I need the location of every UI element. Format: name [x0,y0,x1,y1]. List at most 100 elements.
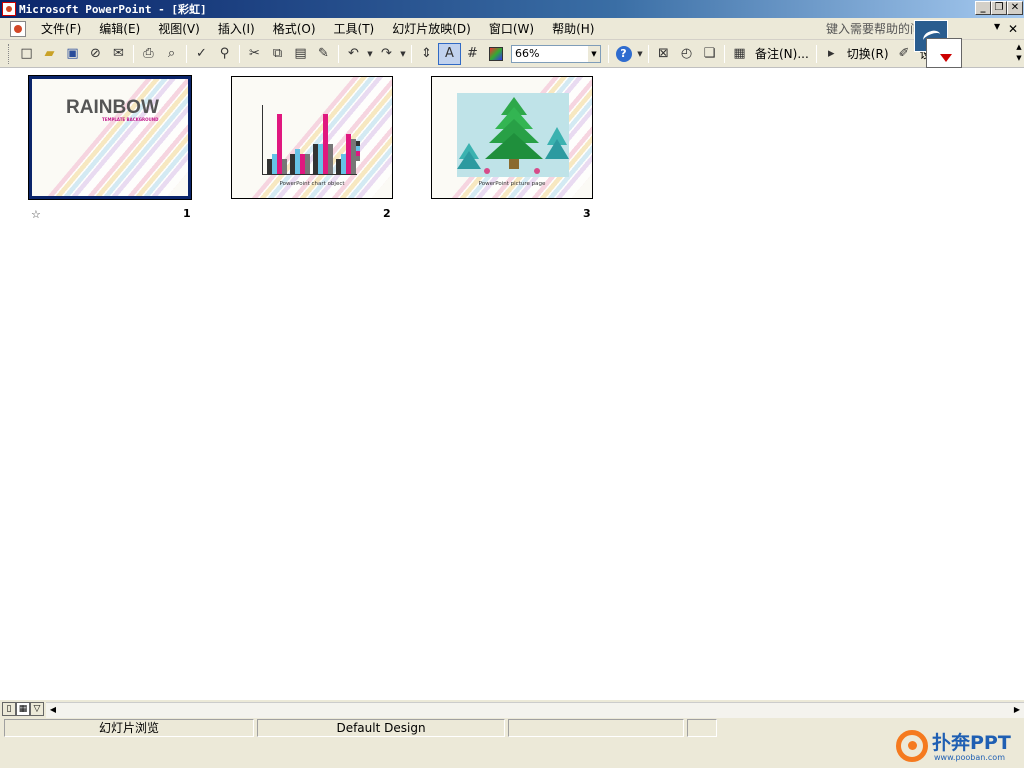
toolbar-separator [815,44,817,63]
email-icon[interactable]: ✉ [107,43,130,65]
hide-slide-icon[interactable]: ⊠ [652,43,675,65]
menu-slideshow[interactable]: 幻灯片放映(D) [383,20,480,37]
status-pane-extra [687,719,717,737]
spelling-icon[interactable]: ✓ [190,43,213,65]
toolbar-separator [724,44,725,63]
expand-all-icon[interactable]: ⇕ [415,43,438,65]
window-title: Microsoft PowerPoint - [彩虹] [19,3,207,16]
rainbow-stripes [39,79,188,196]
slide-1-number: 1 [183,207,191,220]
design-icon[interactable]: ✐ [893,43,916,65]
toolbar-separator [133,44,134,63]
overlay-download-icon[interactable] [926,38,962,68]
close-button[interactable]: ✕ [1007,1,1023,15]
zoom-select[interactable]: 66% ▼ [511,44,601,63]
minimize-button[interactable]: _ [975,1,991,15]
powerpoint-app-icon[interactable] [2,2,16,16]
watermark-name: 扑奔PPT [932,732,1011,754]
pooban-watermark: 扑奔PPT www.pooban.com [896,728,1022,766]
toolbar-separator [411,44,412,63]
toolbar-separator [648,44,649,63]
notes-button[interactable]: 备注(N)... [751,45,813,62]
transition-button[interactable]: 切换(R) [843,45,893,62]
slide-thumbnail-1[interactable]: RAINBOW TEMPLATE BACKGROUND [28,75,192,200]
print-icon[interactable]: ⎙ [137,43,160,65]
zoom-dropdown-icon[interactable]: ▼ [588,45,600,62]
slide-thumbnail-3[interactable]: PowerPoint picture page [431,76,593,199]
standard-toolbar: □ ▰ ▣ ⊘ ✉ ⎙ ⌕ ✓ ⚲ ✂ ⧉ ▤ ✎ ↶ ▼ ↷ ▼ ⇕ A # … [0,40,1024,68]
menu-edit[interactable]: 编辑(E) [90,20,149,37]
slide-2-number: 2 [383,207,391,220]
status-view: 幻灯片浏览 [4,719,254,737]
christmas-tree-illustration [457,97,569,174]
slide-3-caption: PowerPoint picture page [478,181,546,187]
toolbar-separator [338,44,339,63]
copy-icon[interactable]: ⧉ [266,43,289,65]
menu-file[interactable]: 文件(F) [32,20,90,37]
chart-bar [305,154,310,174]
slide-1-subtitle: TEMPLATE BACKGROUND [102,117,159,122]
research-icon[interactable]: ⚲ [213,43,236,65]
title-bar: Microsoft PowerPoint - [彩虹] _ ❐ ✕ [0,0,1024,18]
help-icon[interactable]: ? [612,43,635,65]
horizontal-scrollbar[interactable]: ◀ ▶ [46,702,1024,718]
slide-2-caption: PowerPoint chart object [279,181,345,187]
toolbar-separator [186,44,187,63]
redo-dropdown-icon[interactable]: ▼ [398,43,408,65]
menu-window[interactable]: 窗口(W) [480,20,543,37]
status-pane-language [508,719,684,737]
permission-icon[interactable]: ⊘ [84,43,107,65]
normal-view-icon[interactable]: ▯ [2,702,16,716]
undo-icon[interactable]: ↶ [342,43,365,65]
summary-slide-icon[interactable]: ❏ [698,43,721,65]
format-painter-icon[interactable]: ✎ [312,43,335,65]
document-close-button[interactable]: ✕ [1008,22,1018,36]
toolbar-options-icon[interactable]: ▼ [635,43,645,65]
restore-button[interactable]: ❐ [991,1,1007,15]
transition-icon[interactable]: ▸ [820,43,843,65]
toolbar-separator [239,44,240,63]
new-file-icon[interactable]: □ [15,43,38,65]
menu-format[interactable]: 格式(O) [264,20,325,37]
watermark-url: www.pooban.com [934,753,1005,762]
toolbar-overflow-icon[interactable]: ▲ ▼ [1014,42,1024,66]
christmas-tree-picture [457,93,569,177]
help-dropdown-icon[interactable]: ▼ [994,22,1000,31]
view-buttons: ▯ ▦ ▽ [2,702,44,716]
show-formatting-icon[interactable]: A [438,42,461,65]
menu-insert[interactable]: 插入(I) [209,20,264,37]
grid-icon[interactable]: # [461,43,484,65]
cut-icon[interactable]: ✂ [243,43,266,65]
rehearse-timings-icon[interactable]: ◴ [675,43,698,65]
menu-view[interactable]: 视图(V) [149,20,209,37]
notes-icon[interactable]: ▦ [728,43,751,65]
toolbar-separator [608,44,609,63]
redo-icon[interactable]: ↷ [375,43,398,65]
help-search-input[interactable]: 键入需要帮助的问题 [826,20,996,38]
undo-dropdown-icon[interactable]: ▼ [365,43,375,65]
scroll-left-icon[interactable]: ◀ [46,703,60,717]
menu-help[interactable]: 帮助(H) [543,20,603,37]
print-preview-icon[interactable]: ⌕ [160,43,183,65]
chart-legend [356,141,360,161]
slide-1-note-icon: ☆ [31,208,41,221]
document-icon[interactable] [10,20,26,37]
scroll-right-icon[interactable]: ▶ [1010,703,1024,717]
save-icon[interactable]: ▣ [61,43,84,65]
color-grayscale-icon[interactable] [484,43,507,65]
chart-bar [328,144,333,174]
slide-1-title: RAINBOW [66,97,159,118]
toolbar-grip[interactable] [8,43,11,64]
slide-3-number: 3 [583,207,591,220]
pooban-logo-icon [896,730,928,762]
zoom-value: 66% [515,46,540,60]
slide-thumbnail-2[interactable]: PowerPoint chart object [231,76,393,199]
menu-tools[interactable]: 工具(T) [325,20,384,37]
status-bar: 幻灯片浏览 Default Design [0,718,1024,738]
slideshow-view-icon[interactable]: ▽ [30,702,44,716]
slide-sorter-view-icon[interactable]: ▦ [16,702,30,716]
chart-bar [282,159,287,174]
open-folder-icon[interactable]: ▰ [38,43,61,65]
paste-icon[interactable]: ▤ [289,43,312,65]
slide-2-bar-chart [262,105,357,175]
